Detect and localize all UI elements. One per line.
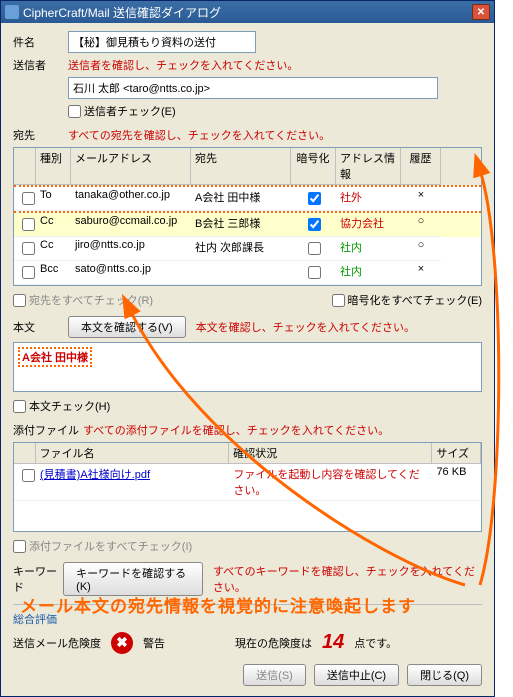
enc-checkall-label: 暗号化をすべてチェック(E) [348,292,482,308]
col-info: アドレス情報 [336,148,401,185]
attach-row[interactable]: (見積書)A社様向け.pdf ファイルを起動し内容を確認してください。76 KB [14,464,481,501]
dest-grid-header: 種別 メールアドレス 宛先 暗号化 アドレス情報 履歴 [14,148,481,185]
attach-grid-header: ファイル名 確認状況 サイズ [14,443,481,464]
sender-check-label: 送信者チェック(E) [84,103,176,119]
enc-checkall[interactable]: 暗号化をすべてチェック(E) [332,292,482,308]
sender-check[interactable]: 送信者チェック(E) [68,103,176,119]
attach-label: 添付ファイル [13,422,83,438]
dest-checkall-label: 宛先をすべてチェック(R) [29,292,153,308]
dest-row[interactable]: Bccsato@ntts.co.jp 社内× [14,261,481,285]
abort-button[interactable]: 送信中止(C) [314,664,399,686]
subject-field: 【秘】御見積もり資料の送付 [68,31,256,53]
col-hist: 履歴 [401,148,441,185]
keyword-confirm-button[interactable]: キーワードを確認する(K) [63,562,203,596]
row-info: 社内 [336,261,401,285]
row-addr: tanaka@other.co.jp [71,187,191,211]
body-preview[interactable]: A会社 田中様 [13,342,482,392]
window-title: CipherCraft/Mail 送信確認ダイアログ [23,4,472,21]
body-check[interactable]: 本文チェック(H) [13,398,110,414]
attach-checkall-label: 添付ファイルをすべてチェック(I) [29,538,192,554]
row-type: To [36,187,71,211]
row-addr: sato@ntts.co.jp [71,261,191,285]
attach-row-checkbox[interactable] [22,469,35,482]
row-enc-checkbox[interactable] [308,266,321,279]
row-hist: ○ [401,213,441,237]
body-confirm-button[interactable]: 本文を確認する(V) [68,316,186,338]
row-checkbox[interactable] [22,242,35,255]
keyword-label: キーワード [13,563,63,595]
keyword-warning: すべてのキーワードを確認し、チェックを入れてください。 [213,563,482,595]
row-type: Bcc [36,261,71,285]
body-label: 本文 [13,319,68,335]
row-hist: ○ [401,237,441,261]
severity-text: 警告 [143,635,165,651]
dest-label: 宛先 [13,127,68,143]
col-stat: 確認状況 [229,443,432,464]
attach-status: ファイルを起動し内容を確認してください。 [229,464,432,501]
row-enc-checkbox[interactable] [308,218,321,231]
close-dialog-button[interactable]: 閉じる(Q) [407,664,482,686]
sender-label: 送信者 [13,57,68,73]
close-button[interactable]: ✕ [472,4,490,20]
dest-checkall-box[interactable] [13,294,26,307]
body-highlight: A会社 田中様 [18,347,92,367]
row-enc-checkbox[interactable] [308,192,321,205]
button-bar: 送信(S) 送信中止(C) 閉じる(Q) [13,664,482,686]
dest-row[interactable]: Totanaka@other.co.jpA会社 田中様 社外× [14,185,481,213]
dest-grid: 種別 メールアドレス 宛先 暗号化 アドレス情報 履歴 Totanaka@oth… [13,147,482,286]
col-addr: メールアドレス [71,148,191,185]
danger-label: 送信メール危険度 [13,635,101,651]
row-hist: × [401,187,441,211]
row-checkbox[interactable] [22,218,35,231]
row-type: Cc [36,237,71,261]
sender-warning: 送信者を確認し、チェックを入れてください。 [68,57,298,73]
col-fname: ファイル名 [36,443,230,464]
attach-checkall-box[interactable] [13,540,26,553]
row-dest: B会社 三郎様 [191,213,291,237]
attach-size: 76 KB [432,464,481,501]
row-info: 社内 [336,237,401,261]
send-button[interactable]: 送信(S) [243,664,306,686]
row-addr: saburo@ccmail.co.jp [71,213,191,237]
app-icon [5,5,19,19]
dest-warning: すべての宛先を確認し、チェックを入れてください。 [68,127,330,143]
enc-checkall-box[interactable] [332,294,345,307]
body-warning: 本文を確認し、チェックを入れてください。 [196,319,415,335]
sender-checkbox[interactable] [68,105,81,118]
row-checkbox[interactable] [22,266,35,279]
row-info: 協力会社 [336,213,401,237]
attach-grid: ファイル名 確認状況 サイズ (見積書)A社様向け.pdf ファイルを起動し内容を… [13,442,482,532]
titlebar: CipherCraft/Mail 送信確認ダイアログ ✕ [1,1,494,23]
col-size: サイズ [432,443,481,464]
attach-filename-link[interactable]: (見積書)A社様向け.pdf [40,469,150,481]
current-danger-label: 現在の危険度は [235,635,312,651]
dest-checkall[interactable]: 宛先をすべてチェック(R) [13,292,153,308]
row-info: 社外 [336,187,401,211]
row-hist: × [401,261,441,285]
row-enc-checkbox[interactable] [308,242,321,255]
row-addr: jiro@ntts.co.jp [71,237,191,261]
attach-checkall[interactable]: 添付ファイルをすべてチェック(I) [13,538,192,554]
col-type: 種別 [36,148,71,185]
row-dest [191,261,291,285]
sender-field: 石川 太郎 <taro@ntts.co.jp> [68,77,438,99]
col-enc: 暗号化 [291,148,336,185]
attach-warning: すべての添付ファイルを確認し、チェックを入れてください。 [83,422,389,438]
row-dest: 社内 次郎課長 [191,237,291,261]
dest-row[interactable]: Ccjiro@ntts.co.jp社内 次郎課長 社内○ [14,237,481,261]
body-checkbox[interactable] [13,400,26,413]
danger-value: 14 [322,631,344,654]
dest-row[interactable]: Ccsaburo@ccmail.co.jpB会社 三郎様 協力会社○ [14,213,481,237]
subject-label: 件名 [13,34,68,50]
row-type: Cc [36,213,71,237]
row-checkbox[interactable] [22,192,35,205]
body-check-label: 本文チェック(H) [29,398,110,414]
row-dest: A会社 田中様 [191,187,291,211]
warning-icon: ✖ [111,632,133,654]
annotation-caption: メール本文の宛先情報を視覚的に注意喚起します [20,592,416,617]
danger-unit: 点です。 [354,635,397,651]
col-dest: 宛先 [191,148,291,185]
